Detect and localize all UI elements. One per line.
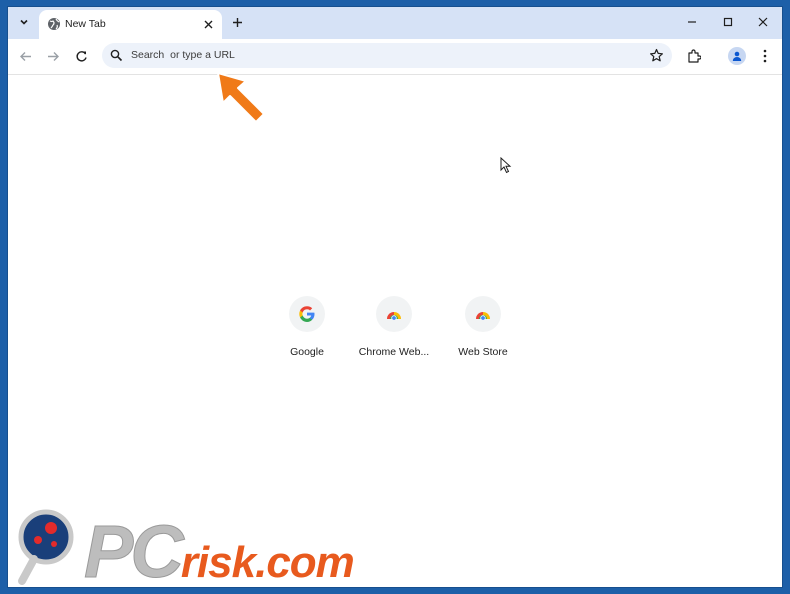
kebab-menu-icon: [763, 49, 767, 63]
reload-icon: [75, 50, 87, 61]
pcrisk-wordmark: PCrisk.com: [84, 509, 355, 588]
shortcut-chrome-web-store[interactable]: Chrome Web...: [354, 296, 434, 366]
profile-button[interactable]: [728, 47, 746, 65]
tab-close-button[interactable]: [200, 16, 216, 32]
pcrisk-watermark: PCrisk.com: [16, 503, 476, 587]
shortcut-google[interactable]: Google: [267, 296, 347, 366]
chrome-web-store-icon: [387, 312, 401, 320]
plus-icon: [232, 17, 242, 27]
star-icon[interactable]: [649, 48, 664, 63]
annotation-arrow-icon: [217, 72, 265, 123]
maximize-button[interactable]: [718, 13, 738, 31]
wordmark-pc: PC: [84, 510, 185, 588]
shortcut-label: Google: [290, 346, 324, 358]
menu-button[interactable]: [756, 47, 774, 65]
omnibox[interactable]: Search or type a URL: [102, 43, 672, 68]
minimize-button[interactable]: [682, 13, 702, 31]
wordmark-risk: risk.com: [180, 538, 355, 587]
puzzle-icon: [688, 49, 701, 63]
tab-new-tab[interactable]: New Tab: [39, 10, 222, 39]
arrow-left-icon: [19, 51, 31, 61]
mouse-cursor-icon: [500, 157, 512, 174]
shortcut-tile: [289, 296, 325, 332]
tab-strip: New Tab: [8, 7, 782, 39]
extensions-button[interactable]: [685, 47, 703, 65]
close-icon: [204, 20, 212, 28]
google-g-icon: [299, 306, 315, 322]
shortcut-label: Web Store: [458, 346, 508, 358]
shortcut-tile: [376, 296, 412, 332]
omnibox-placeholder: Search or type a URL: [131, 49, 235, 61]
chevron-down-icon: [20, 19, 28, 25]
back-button[interactable]: [16, 47, 34, 65]
chrome-web-store-icon: [476, 312, 490, 320]
reload-button[interactable]: [72, 47, 90, 65]
arrow-right-icon: [47, 51, 59, 61]
shortcut-tile: [465, 296, 501, 332]
shortcut-label: Chrome Web...: [358, 346, 430, 358]
toolbar: Search or type a URL: [8, 39, 782, 75]
close-icon: [758, 17, 768, 27]
globe-icon: [48, 18, 60, 30]
minimize-icon: [688, 21, 696, 23]
person-icon: [732, 51, 742, 61]
browser-window: New Tab Search or type a URL Google Chro…: [8, 7, 782, 587]
close-window-button[interactable]: [753, 13, 773, 31]
tab-search-button[interactable]: [13, 11, 35, 33]
forward-button[interactable]: [44, 47, 62, 65]
magnifier-logo-icon: [18, 509, 74, 585]
shortcut-web-store[interactable]: Web Store: [443, 296, 523, 366]
search-icon: [110, 49, 123, 62]
new-tab-button[interactable]: [228, 13, 246, 31]
maximize-icon: [723, 17, 733, 27]
tab-title: New Tab: [65, 18, 106, 30]
